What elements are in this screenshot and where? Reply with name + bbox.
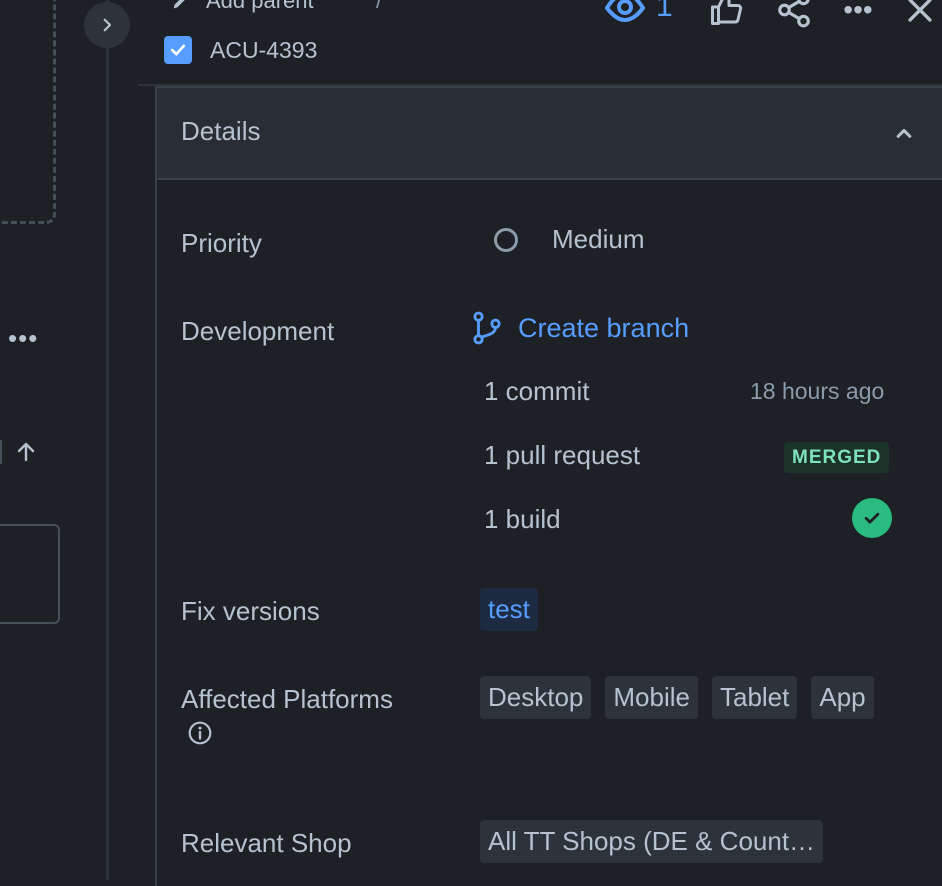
- more-icon[interactable]: •••: [8, 325, 38, 351]
- vote-button[interactable]: [706, 0, 746, 30]
- build-link[interactable]: 1 build: [484, 504, 561, 535]
- details-header[interactable]: [155, 86, 942, 180]
- watch-count: 1: [656, 0, 673, 23]
- create-branch-link[interactable]: Create branch: [470, 310, 689, 346]
- comment-input[interactable]: [0, 524, 60, 624]
- pane-divider[interactable]: [106, 0, 109, 880]
- thumbs-up-icon: [711, 0, 743, 25]
- details-panel: [155, 86, 942, 886]
- priority-medium-icon: [494, 228, 518, 252]
- add-parent-button[interactable]: Add parent: [170, 0, 314, 14]
- breadcrumb-separator: /: [376, 0, 383, 13]
- chevron-right-icon: [103, 18, 112, 32]
- share-button[interactable]: [774, 0, 814, 30]
- commit-timestamp: 18 hours ago: [750, 378, 885, 404]
- check-icon: [170, 44, 186, 56]
- more-actions-icon[interactable]: •••: [838, 0, 878, 30]
- pencil-icon: [173, 0, 185, 9]
- pull-request-link[interactable]: 1 pull request: [484, 440, 640, 471]
- platform-tag[interactable]: Mobile: [605, 676, 698, 719]
- platform-tag[interactable]: Tablet: [711, 676, 798, 719]
- check-icon: [864, 512, 880, 524]
- platform-tags: Desktop Mobile Tablet App: [480, 676, 880, 719]
- divider: [0, 440, 2, 464]
- fix-versions-label: Fix versions: [181, 596, 320, 626]
- relevant-shop-tag[interactable]: All TT Shops (DE & Count…: [480, 820, 824, 863]
- fix-version-tag[interactable]: test: [480, 588, 538, 631]
- issue-key-breadcrumb[interactable]: ACU-4393: [164, 36, 317, 64]
- drop-zone: [0, 0, 56, 224]
- create-branch-label: Create branch: [518, 312, 690, 343]
- close-icon: [908, 0, 932, 22]
- branch-icon: [473, 311, 501, 345]
- affected-platforms-label: Affected Platforms: [181, 684, 393, 714]
- merged-badge: MERGED: [784, 442, 890, 473]
- close-button[interactable]: [900, 0, 940, 30]
- watch-button[interactable]: 1: [604, 0, 673, 24]
- chevron-up-icon[interactable]: [890, 120, 918, 148]
- priority-label: Priority: [181, 228, 262, 258]
- commit-link[interactable]: 1 commit: [484, 376, 589, 407]
- platform-tag[interactable]: Desktop: [480, 676, 592, 719]
- add-parent-label: Add parent: [206, 0, 314, 13]
- development-label: Development: [181, 316, 335, 346]
- priority-value[interactable]: Medium: [552, 224, 644, 255]
- share-icon: [778, 0, 810, 28]
- info-icon[interactable]: [187, 720, 213, 746]
- expand-sidebar-button[interactable]: [84, 2, 130, 48]
- build-success-icon: [852, 498, 892, 538]
- arrow-up-icon[interactable]: [14, 440, 38, 464]
- eye-icon: [605, 0, 645, 23]
- details-title: Details: [181, 116, 261, 146]
- relevant-shop-label: Relevant Shop: [181, 828, 352, 858]
- platform-tag[interactable]: App: [811, 676, 874, 719]
- issue-key[interactable]: ACU-4393: [210, 37, 317, 64]
- task-type-icon: [164, 36, 192, 64]
